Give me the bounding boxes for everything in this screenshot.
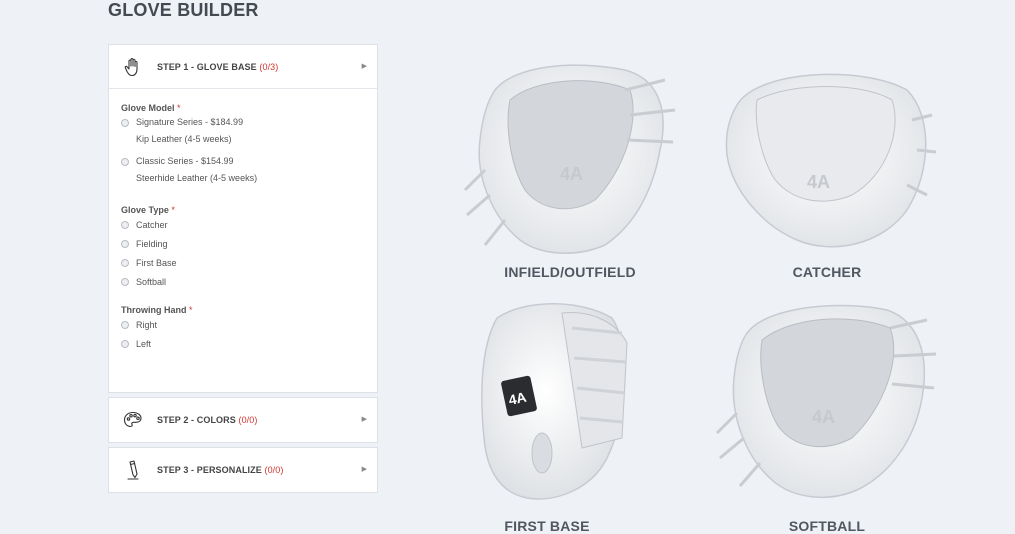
svg-text:4A: 4A [812,407,835,427]
option-detail: Kip Leather (4-5 weeks) [136,134,232,144]
glove-type-label: Glove Type * [121,205,175,215]
radio-button[interactable] [121,119,129,127]
glove-model-option-classic[interactable]: Classic Series - $154.99 Steerhide Leathe… [121,156,365,187]
glove-label-infield-outfield: INFIELD/OUTFIELD [504,264,636,280]
glove-card-first-base[interactable]: 4A FIRST BASE [432,298,662,534]
step-1-panel: STEP 1 - GLOVE BASE (0/3) ▶ Glove Model … [108,44,378,393]
throwing-hand-option-right[interactable]: Right [121,320,365,330]
step-1-count: (0/3) [259,61,279,72]
radio-button[interactable] [121,240,129,248]
throwing-hand-label: Throwing Hand * [121,305,193,315]
glove-label-softball: SOFTBALL [788,518,866,534]
step-3-panel: STEP 3 - PERSONALIZE (0/0) ▶ [108,447,378,493]
step-2-title: STEP 2 - COLORS (0/0) [157,415,258,425]
step-2-count: (0/0) [238,415,258,425]
page-title: GLOVE BUILDER [108,0,259,20]
glove-label-first-base: FIRST BASE [504,518,590,534]
glove-type-option-first-base[interactable]: First Base [121,258,365,268]
glove-type-option-fielding[interactable]: Fielding [121,239,365,249]
glove-label-catcher: CATCHER [792,264,862,280]
glove-card-softball[interactable]: 4A SOFTBALL [712,298,942,534]
step-2-panel: STEP 2 - COLORS (0/0) ▶ [108,397,378,443]
glove-card-catcher[interactable]: 4A CATCHER [712,60,942,290]
radio-button[interactable] [121,259,129,267]
pencil-icon [109,460,157,480]
chevron-right-icon: ▶ [361,466,367,473]
throwing-hand-option-left[interactable]: Left [121,339,365,349]
radio-button[interactable] [121,278,129,286]
step-3-count: (0/0) [264,465,284,475]
first-base-glove-image: 4A [481,303,628,500]
radio-button[interactable] [121,340,129,348]
step-3-title: STEP 3 - PERSONALIZE (0/0) [157,465,284,475]
catcher-glove-image: 4A [725,73,937,248]
glove-type-option-softball[interactable]: Softball [121,277,365,287]
step-2-header[interactable]: STEP 2 - COLORS (0/0) ▶ [109,398,377,442]
radio-button[interactable] [121,221,129,229]
glove-card-infield-outfield[interactable]: 4A INFIELD/OUTFIELD [455,60,685,290]
glove-type-option-catcher[interactable]: Catcher [121,220,365,230]
option-name: Signature Series - $184.99 [136,117,244,127]
option-detail: Steerhide Leather (4-5 weeks) [136,173,258,183]
softball-glove-image: 4A [715,304,937,499]
chevron-right-icon: ▶ [361,63,367,70]
step-1-header[interactable]: STEP 1 - GLOVE BASE (0/3) ▶ [109,45,377,89]
glove-model-option-signature[interactable]: Signature Series - $184.99 Kip Leather (4… [121,117,365,148]
option-name: Classic Series - $154.99 [136,156,234,166]
radio-button[interactable] [121,158,129,166]
infield-outfield-glove-image: 4A [463,64,676,254]
palette-icon [109,411,157,429]
hand-icon [109,57,157,77]
step-1-body: Glove Model * Signature Series - $184.99… [109,89,377,349]
step-3-header[interactable]: STEP 3 - PERSONALIZE (0/0) ▶ [109,448,377,492]
radio-button[interactable] [121,321,129,329]
svg-text:4A: 4A [560,164,583,184]
step-1-title: STEP 1 - GLOVE BASE (0/3) [157,61,279,72]
chevron-right-icon: ▶ [361,416,367,423]
svg-text:4A: 4A [807,172,830,192]
glove-model-label: Glove Model * [121,103,181,113]
